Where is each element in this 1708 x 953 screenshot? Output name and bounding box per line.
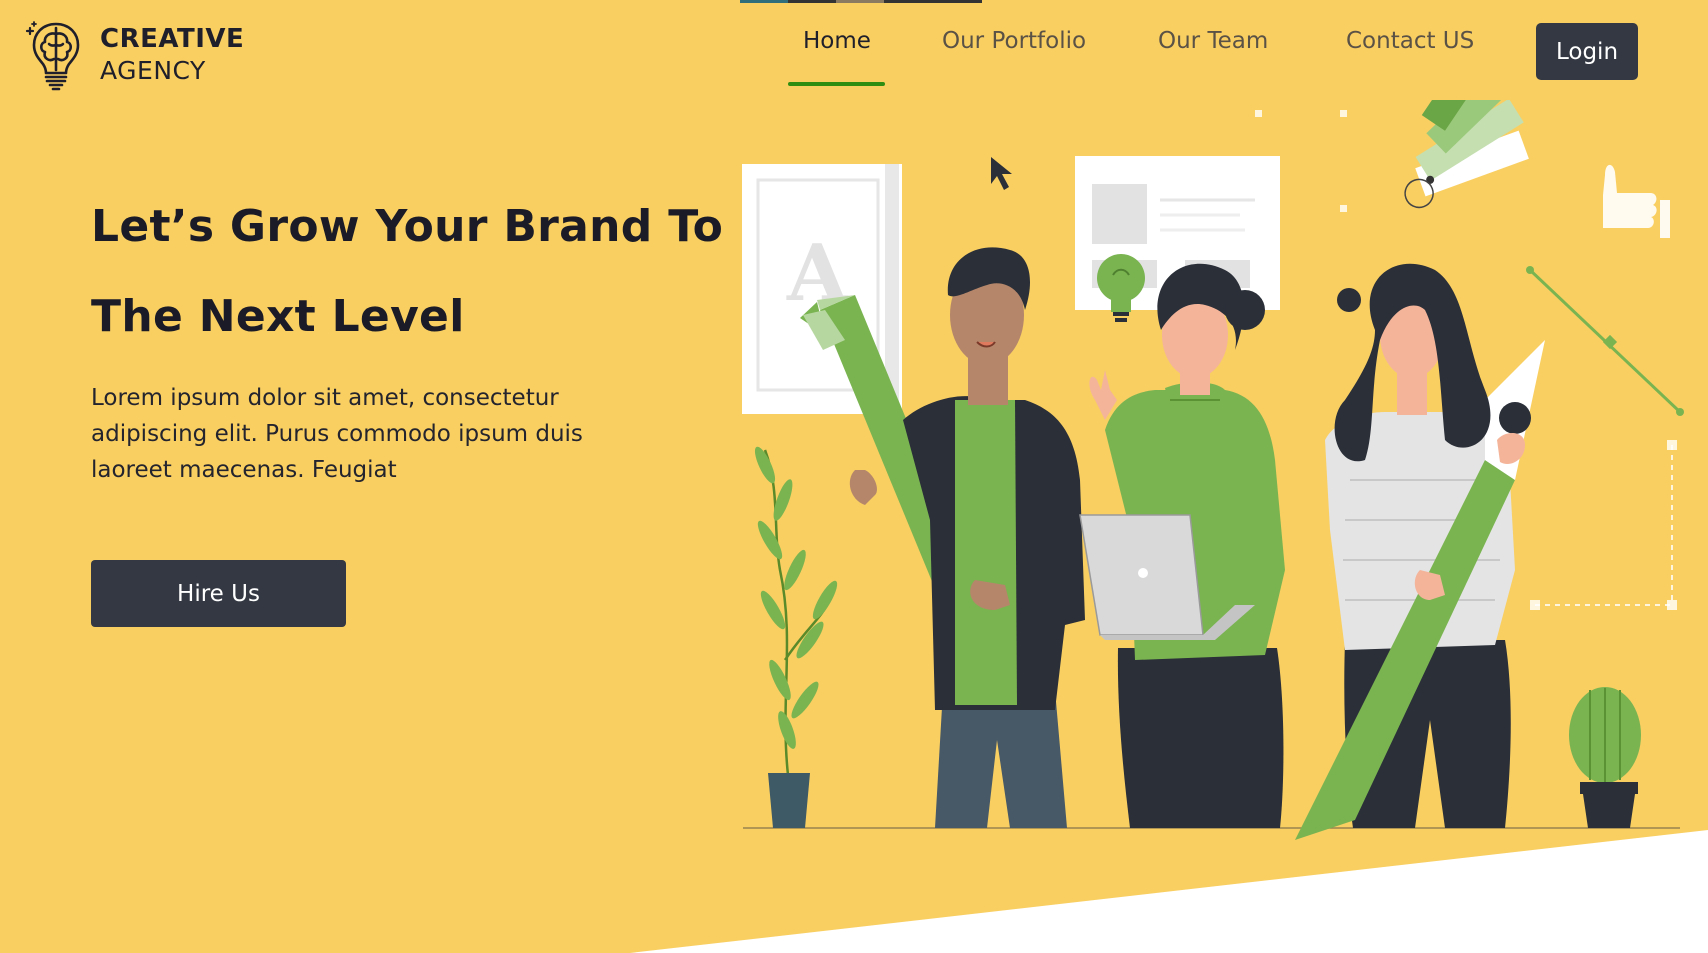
- pen-tool-path: [1526, 266, 1684, 610]
- nav-our-portfolio[interactable]: Our Portfolio: [942, 28, 1086, 54]
- team-illustration: A: [742, 100, 1684, 840]
- hero-headline-line1: Let’s Grow Your Brand To: [91, 201, 724, 252]
- brain-bulb-icon: [25, 21, 80, 91]
- brand-name: CREATIVE AGENCY: [100, 24, 244, 86]
- nav-contact-us[interactable]: Contact US: [1346, 28, 1474, 54]
- nav-our-team[interactable]: Our Team: [1158, 28, 1268, 54]
- brand-name-line1: CREATIVE: [100, 24, 245, 54]
- hero-headline-line2: The Next Level: [91, 291, 465, 342]
- color-swatch-icon: [1404, 100, 1529, 209]
- hero-description: Lorem ipsum dolor sit amet, consectetur …: [91, 385, 583, 483]
- hero-headline: Let’s Grow Your Brand To The Next Level: [91, 182, 731, 362]
- cactus-plant: [1569, 687, 1641, 828]
- top-strip: [740, 0, 982, 3]
- nav-home[interactable]: Home: [803, 28, 871, 54]
- lightbulb-icon: [1097, 254, 1145, 322]
- thumbs-up-icon: [1603, 164, 1670, 238]
- cursor-icon: [991, 157, 1012, 190]
- person-woman-pen: [1295, 263, 1545, 840]
- hire-us-button[interactable]: Hire Us: [91, 560, 346, 627]
- brand-logo[interactable]: CREATIVE AGENCY: [24, 18, 244, 92]
- login-button[interactable]: Login: [1536, 23, 1638, 80]
- person-woman-laptop: [1079, 263, 1285, 828]
- nav-active-underline: [788, 82, 885, 86]
- brand-name-line2: AGENCY: [100, 56, 206, 85]
- potted-plant: [754, 446, 838, 828]
